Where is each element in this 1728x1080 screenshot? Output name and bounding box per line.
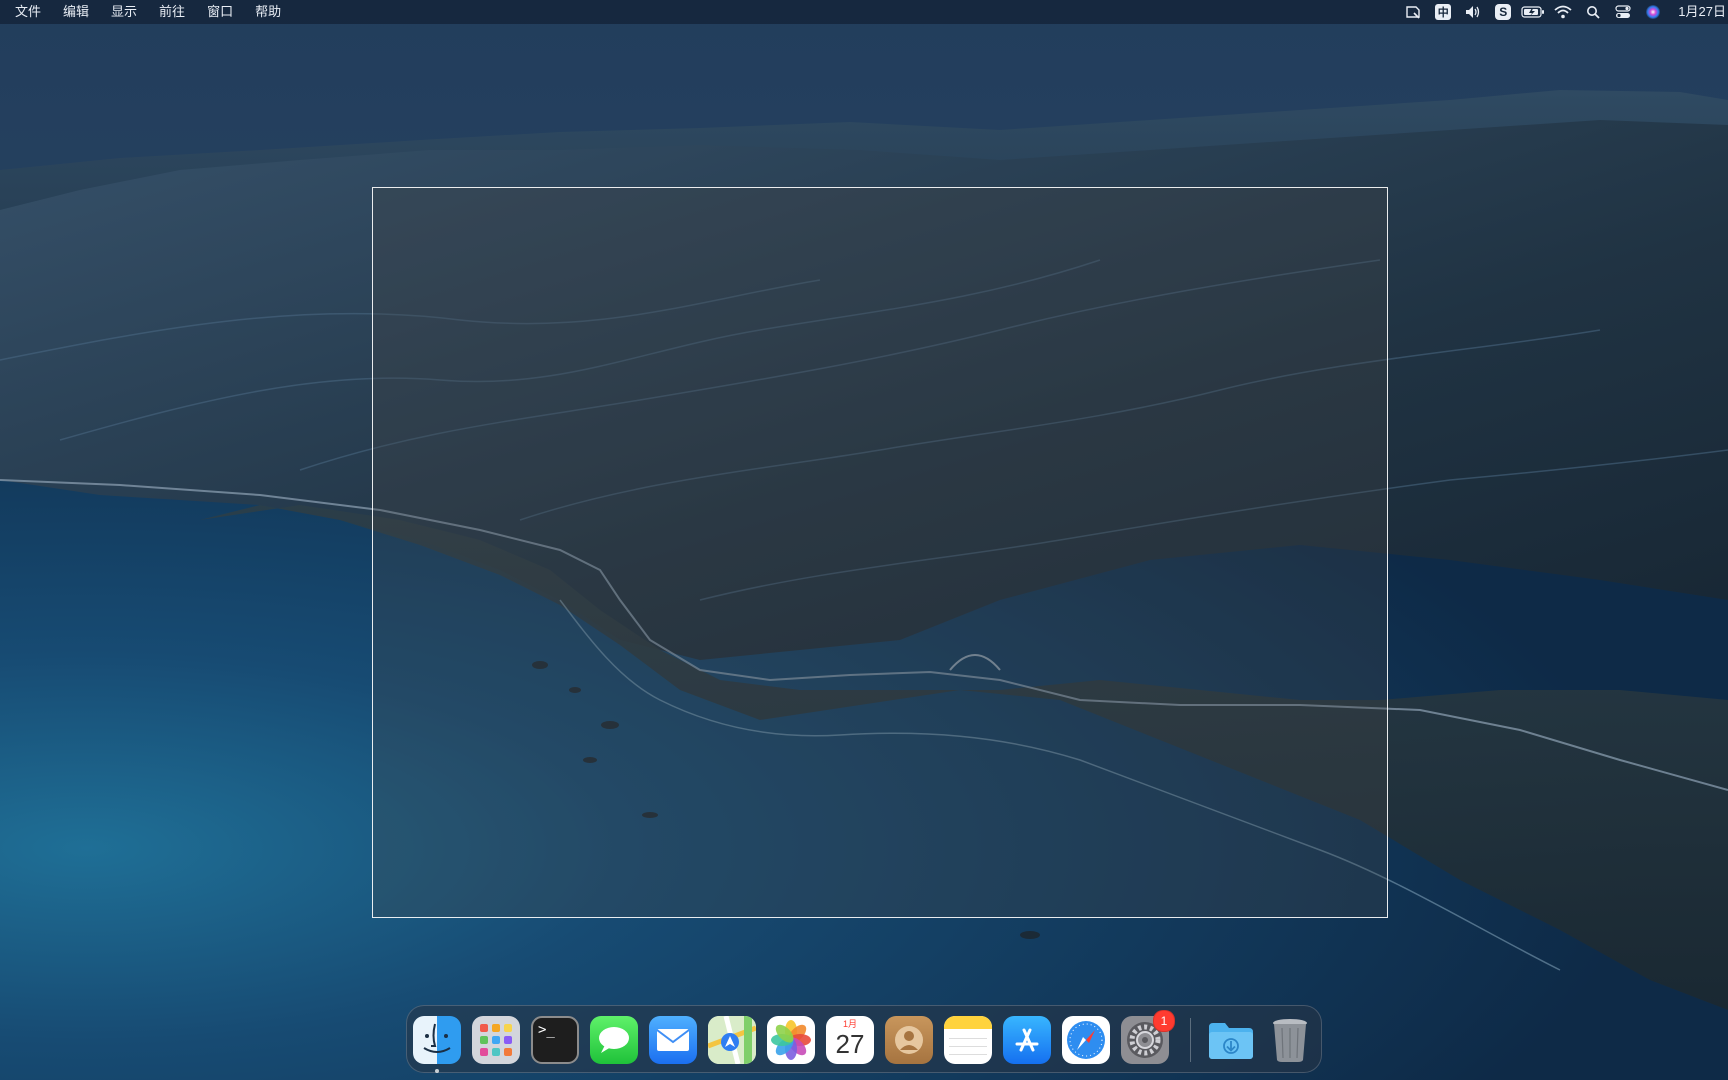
menu-window[interactable]: 窗口 [196, 0, 244, 24]
terminal-prompt-glyph: >_ [538, 1022, 555, 1038]
contacts-icon[interactable] [885, 1016, 933, 1064]
battery-charging-icon[interactable] [1518, 0, 1548, 24]
menu-edit[interactable]: 编辑 [52, 0, 100, 24]
input-method-label: 中 [1435, 4, 1452, 20]
menu-view[interactable]: 显示 [100, 0, 148, 24]
screenshot-selection-area[interactable] [372, 187, 1388, 918]
trash-icon[interactable] [1266, 1016, 1314, 1064]
messages-icon[interactable] [590, 1016, 638, 1064]
s-app-icon[interactable]: S [1488, 0, 1518, 24]
dock: >_ 1月 27 [406, 1005, 1322, 1073]
spotlight-search-icon[interactable] [1578, 0, 1608, 24]
menu-file[interactable]: 文件 [4, 0, 52, 24]
system-preferences-badge: 1 [1153, 1010, 1175, 1032]
maps-icon[interactable] [708, 1016, 756, 1064]
terminal-icon[interactable]: >_ [531, 1016, 579, 1064]
wifi-icon[interactable] [1548, 0, 1578, 24]
notes-icon[interactable] [944, 1016, 992, 1064]
safari-icon[interactable] [1062, 1016, 1110, 1064]
status-area: 中 S 1月27日 [1398, 0, 1728, 24]
control-center-icon[interactable] [1608, 0, 1638, 24]
finder-running-indicator [435, 1069, 439, 1073]
menu-help[interactable]: 帮助 [244, 0, 292, 24]
finder-icon[interactable] [413, 1016, 461, 1064]
input-method-icon[interactable]: 中 [1428, 0, 1458, 24]
downloads-folder-icon[interactable] [1207, 1016, 1255, 1064]
launchpad-icon[interactable] [472, 1016, 520, 1064]
photos-icon[interactable] [767, 1016, 815, 1064]
calendar-day: 27 [835, 1029, 865, 1059]
menu-bar: 文件 编辑 显示 前往 窗口 帮助 中 S 1月27日 [0, 0, 1728, 24]
mail-icon[interactable] [649, 1016, 697, 1064]
calendar-icon[interactable]: 1月 27 [826, 1016, 874, 1064]
screenshot-tool-icon[interactable] [1398, 0, 1428, 24]
app-menu: 文件 编辑 显示 前往 窗口 帮助 [0, 0, 292, 24]
app-store-icon[interactable] [1003, 1016, 1051, 1064]
volume-icon[interactable] [1458, 0, 1488, 24]
siri-icon[interactable] [1638, 0, 1668, 24]
menu-go[interactable]: 前往 [148, 0, 196, 24]
dock-divider [1190, 1018, 1191, 1062]
menu-clock[interactable]: 1月27日 [1668, 0, 1728, 24]
calendar-month: 1月 [842, 1019, 857, 1029]
